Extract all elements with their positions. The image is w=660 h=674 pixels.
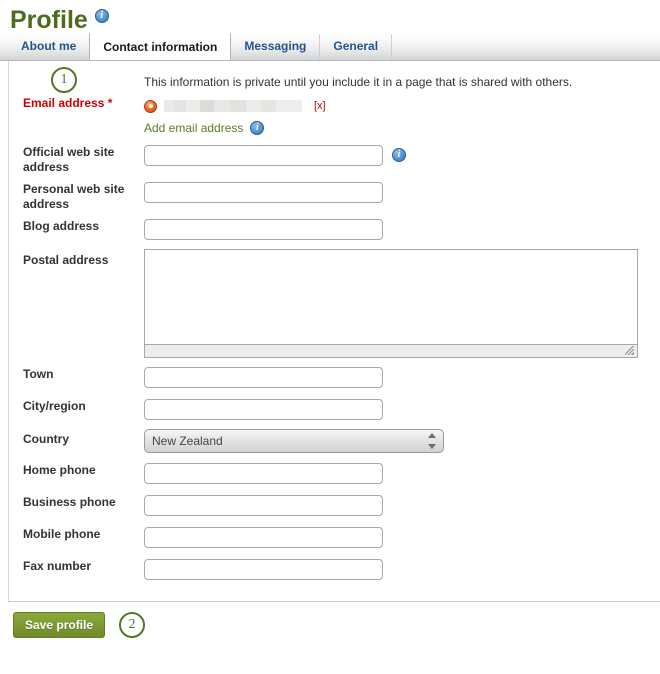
mobile-phone-label: Mobile phone — [23, 527, 101, 541]
business-phone-label: Business phone — [23, 495, 116, 509]
contact-form: This information is private until you in… — [9, 61, 660, 580]
form-footer: Save profile 2 — [8, 601, 660, 638]
town-label: Town — [23, 367, 54, 381]
step-badge-2: 2 — [119, 612, 146, 638]
postal-address-row: Postal address — [9, 249, 660, 358]
tab-general[interactable]: General — [319, 34, 393, 60]
postal-address-textarea[interactable] — [144, 249, 638, 345]
blog-address-row: Blog address — [9, 219, 660, 240]
email-address-entry: [x] — [144, 96, 660, 116]
official-web-site-address-row: Official web site address — [9, 145, 660, 175]
town-input[interactable] — [144, 367, 383, 388]
remove-email-link[interactable]: [x] — [314, 100, 326, 112]
city-region-label: City/region — [23, 399, 86, 413]
fax-number-input[interactable] — [144, 559, 383, 580]
blog-address-label: Blog address — [23, 219, 100, 233]
step-badge-2-wrapper: 2 — [119, 612, 146, 638]
country-select-wrapper: New Zealand — [144, 429, 444, 453]
tab-bar: About me Contact information Messaging G… — [0, 33, 660, 61]
add-email-address-link[interactable]: Add email address — [144, 121, 243, 135]
official-web-site-address-input[interactable] — [144, 145, 383, 166]
personal-web-site-address-row: Personal web site address — [9, 182, 660, 212]
home-phone-label: Home phone — [23, 463, 96, 477]
info-icon[interactable] — [94, 9, 109, 23]
country-label: Country — [23, 432, 69, 446]
city-region-row: City/region — [9, 399, 660, 420]
tab-messaging[interactable]: Messaging — [230, 34, 321, 60]
page-header: Profile — [0, 0, 660, 34]
postal-address-label: Postal address — [23, 253, 109, 267]
fax-number-row: Fax number — [9, 559, 660, 580]
step-badge-1: 1 — [51, 67, 77, 93]
info-icon[interactable] — [250, 121, 265, 135]
email-address-value — [164, 100, 302, 112]
add-email-row: Add email address — [144, 121, 660, 135]
home-phone-input[interactable] — [144, 463, 383, 484]
mobile-phone-row: Mobile phone — [9, 527, 660, 548]
mobile-phone-input[interactable] — [144, 527, 383, 548]
official-web-site-address-label: Official web site address — [23, 145, 115, 174]
privacy-notice: This information is private until you in… — [144, 75, 573, 89]
city-region-input[interactable] — [144, 399, 383, 420]
country-select[interactable]: New Zealand — [144, 429, 444, 453]
email-address-label: Email address * — [23, 96, 113, 110]
home-phone-row: Home phone — [9, 463, 660, 484]
fax-number-label: Fax number — [23, 559, 92, 573]
tab-contact-information[interactable]: Contact information — [89, 33, 232, 60]
step-badge-1-wrapper: 1 — [51, 67, 77, 93]
tab-about-me[interactable]: About me — [8, 34, 91, 60]
personal-web-site-address-input[interactable] — [144, 182, 383, 203]
postal-address-resize-handle[interactable] — [144, 345, 638, 358]
country-row: Country New Zealand — [9, 429, 660, 453]
info-icon[interactable] — [392, 148, 406, 162]
page-title: Profile — [10, 6, 88, 34]
business-phone-input[interactable] — [144, 495, 383, 516]
email-address-row: Email address * [x] Add email address — [9, 96, 660, 135]
blog-address-input[interactable] — [144, 219, 383, 240]
contact-information-panel: 1 This information is private until you … — [8, 61, 660, 601]
privacy-notice-row: This information is private until you in… — [9, 75, 660, 90]
save-profile-button[interactable]: Save profile — [13, 612, 106, 638]
town-row: Town — [9, 367, 660, 388]
primary-email-radio[interactable] — [144, 99, 157, 113]
personal-web-site-address-label: Personal web site address — [23, 182, 125, 211]
business-phone-row: Business phone — [9, 495, 660, 516]
